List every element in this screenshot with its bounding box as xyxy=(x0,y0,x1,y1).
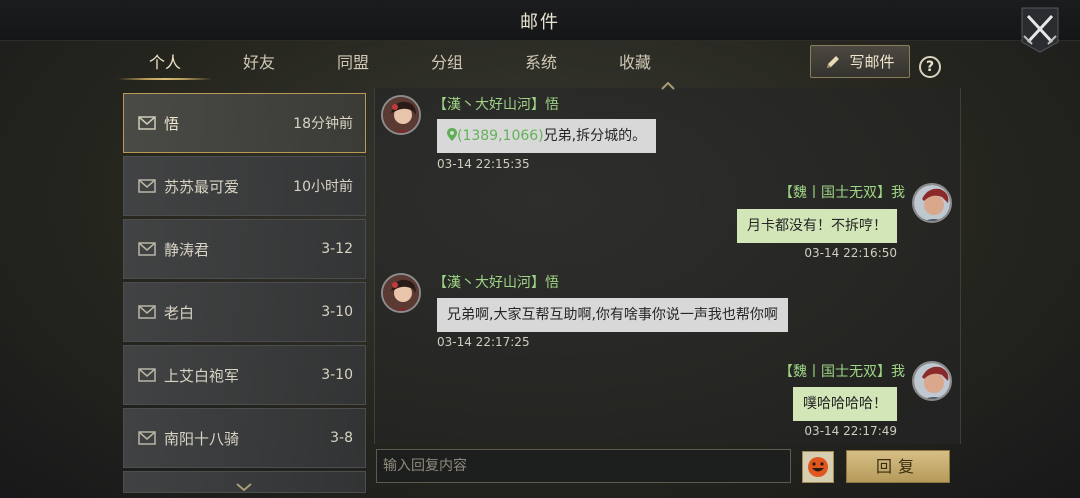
emoji-button[interactable] xyxy=(802,451,834,483)
avatar[interactable] xyxy=(381,273,421,313)
portrait-female-icon xyxy=(383,275,419,311)
tab-personal[interactable]: 个人 xyxy=(118,48,212,82)
envelope-icon xyxy=(138,305,156,319)
list-item[interactable]: 苏苏最可爱 10小时前 xyxy=(123,156,366,216)
mail-sender-name: 南阳十八骑 xyxy=(164,429,240,448)
mail-sender-name: 苏苏最可爱 xyxy=(164,177,240,196)
mail-sender-name: 静涛君 xyxy=(164,240,210,259)
mail-sender-name: 悟 xyxy=(164,114,180,133)
location-link[interactable]: (1389,1066) xyxy=(457,128,544,144)
tab-system[interactable]: 系统 xyxy=(494,48,588,82)
mail-time: 3-12 xyxy=(321,241,353,257)
pencil-icon xyxy=(827,55,840,68)
message-bubble: 月卡都没有！不拆哼！ xyxy=(737,209,897,243)
mail-time: 3-10 xyxy=(321,304,353,320)
message-bubble: 噗哈哈哈哈！ xyxy=(793,387,897,421)
tab-favorites[interactable]: 收藏 xyxy=(588,48,682,82)
mail-sender-name: 老白 xyxy=(164,303,195,322)
mail-time: 18分钟前 xyxy=(293,116,353,132)
page-title: 邮件 xyxy=(520,12,560,33)
mail-time: 3-8 xyxy=(330,430,353,446)
message-timestamp: 03-14 22:16:50 xyxy=(804,246,897,260)
help-button[interactable]: ? xyxy=(919,56,941,78)
message-bubble: (1389,1066)兄弟,拆分城的。 xyxy=(437,119,657,153)
location-pin-icon xyxy=(447,128,457,141)
write-mail-button[interactable]: 写邮件 xyxy=(810,45,910,78)
sender-name: 【漢丶大好山河】悟 xyxy=(433,275,559,291)
crossed-swords-icon xyxy=(1021,7,1059,53)
smiley-icon xyxy=(808,457,828,477)
envelope-icon xyxy=(138,179,156,193)
list-item[interactable]: 南阳十八骑 3-8 xyxy=(123,408,366,468)
list-item[interactable]: 悟 18分钟前 xyxy=(123,93,366,153)
chevron-down-icon[interactable] xyxy=(236,483,252,491)
mail-time: 3-10 xyxy=(321,367,353,383)
sender-name: 【魏丨国士无双】我 xyxy=(779,185,905,201)
tab-alliance[interactable]: 同盟 xyxy=(306,48,400,82)
envelope-icon xyxy=(138,368,156,382)
list-item[interactable]: 静涛君 3-12 xyxy=(123,219,366,279)
message-timestamp: 03-14 22:15:35 xyxy=(437,157,530,171)
message-text: 月卡都没有！不拆哼！ xyxy=(747,218,887,234)
top-bar: 邮件 xyxy=(0,0,1080,41)
message-timestamp: 03-14 22:17:25 xyxy=(437,335,530,349)
chat-panel[interactable]: 【漢丶大好山河】悟 (1389,1066)兄弟,拆分城的。 03-14 22:1… xyxy=(374,82,961,444)
sender-name: 【魏丨国士无双】我 xyxy=(779,364,905,380)
write-mail-label: 写邮件 xyxy=(849,53,895,71)
message-text: 噗哈哈哈哈！ xyxy=(803,396,887,412)
message-timestamp: 03-14 22:17:49 xyxy=(804,424,897,438)
close-button[interactable] xyxy=(1018,6,1062,54)
message-bubble: 兄弟啊,大家互帮互助啊,你有啥事你说一声我也帮你啊 xyxy=(437,298,788,332)
portrait-male-icon xyxy=(914,363,950,399)
reply-input[interactable]: 输入回复内容 xyxy=(376,449,791,483)
chevron-up-icon[interactable] xyxy=(661,82,675,90)
list-item[interactable]: 上艾白袍军 3-10 xyxy=(123,345,366,405)
portrait-male-icon xyxy=(914,185,950,221)
envelope-icon xyxy=(138,242,156,256)
avatar[interactable] xyxy=(381,95,421,135)
mail-sender-name: 上艾白袍军 xyxy=(164,366,240,385)
message-text: 兄弟啊,大家互帮互助啊,你有啥事你说一声我也帮你啊 xyxy=(447,307,778,323)
portrait-female-icon xyxy=(383,97,419,133)
sender-name: 【漢丶大好山河】悟 xyxy=(433,97,559,113)
reply-button[interactable]: 回复 xyxy=(846,450,950,483)
tab-groups[interactable]: 分组 xyxy=(400,48,494,82)
mail-time: 10小时前 xyxy=(293,179,353,195)
list-item[interactable]: 老白 3-10 xyxy=(123,282,366,342)
avatar[interactable] xyxy=(912,361,952,401)
message-text: 兄弟,拆分城的。 xyxy=(543,128,647,144)
avatar[interactable] xyxy=(912,183,952,223)
tab-friends[interactable]: 好友 xyxy=(212,48,306,82)
envelope-icon xyxy=(138,116,156,130)
envelope-icon xyxy=(138,431,156,445)
